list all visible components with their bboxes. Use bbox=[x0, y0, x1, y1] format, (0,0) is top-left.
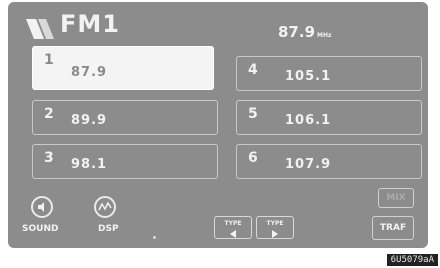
type-prev-button[interactable]: TYPE bbox=[214, 216, 252, 239]
preset-button-6[interactable]: 6 107.9 bbox=[236, 144, 422, 179]
speaker-icon bbox=[31, 196, 53, 218]
sound-button[interactable]: SOUND bbox=[22, 196, 62, 240]
frequency-readout: 87.9 MHz bbox=[278, 23, 332, 41]
antenna-signal-icon bbox=[26, 19, 54, 39]
preset-button-4[interactable]: 4 105.1 bbox=[236, 56, 422, 91]
right-arrow-icon bbox=[272, 230, 278, 238]
preset-frequency: 87.9 bbox=[71, 65, 108, 80]
type-next-label: TYPE bbox=[266, 220, 284, 227]
traf-button[interactable]: TRAF bbox=[372, 216, 414, 240]
dsp-label: DSP bbox=[98, 224, 119, 234]
preset-frequency: 106.1 bbox=[285, 113, 332, 128]
dsp-wave-icon bbox=[94, 196, 116, 218]
preset-number: 4 bbox=[248, 62, 258, 78]
band-label: FM1 bbox=[60, 10, 120, 38]
radio-screen: FM1 87.9 MHz 1 87.9 2 89.9 3 98.1 4 105.1… bbox=[8, 2, 428, 248]
type-prev-label: TYPE bbox=[224, 220, 242, 227]
mix-button[interactable]: MIX bbox=[378, 188, 414, 208]
sound-label: SOUND bbox=[22, 224, 59, 234]
indicator-dot bbox=[153, 236, 156, 239]
preset-number: 1 bbox=[44, 52, 54, 68]
type-next-button[interactable]: TYPE bbox=[256, 216, 294, 239]
preset-number: 6 bbox=[248, 150, 258, 166]
preset-frequency: 98.1 bbox=[71, 157, 108, 172]
preset-frequency: 105.1 bbox=[285, 69, 332, 84]
preset-button-3[interactable]: 3 98.1 bbox=[32, 144, 218, 179]
preset-number: 2 bbox=[44, 106, 54, 122]
preset-number: 5 bbox=[248, 106, 258, 122]
current-frequency: 87.9 bbox=[278, 23, 316, 41]
preset-button-5[interactable]: 5 106.1 bbox=[236, 100, 422, 135]
preset-frequency: 89.9 bbox=[71, 113, 108, 128]
preset-number: 3 bbox=[44, 150, 54, 166]
dsp-button[interactable]: DSP bbox=[86, 196, 126, 240]
left-arrow-icon bbox=[230, 230, 236, 238]
preset-button-1[interactable]: 1 87.9 bbox=[32, 46, 214, 90]
figure-code: 6U5079aA bbox=[386, 254, 438, 266]
preset-button-2[interactable]: 2 89.9 bbox=[32, 100, 218, 135]
frequency-unit: MHz bbox=[317, 32, 332, 39]
preset-frequency: 107.9 bbox=[285, 157, 332, 172]
